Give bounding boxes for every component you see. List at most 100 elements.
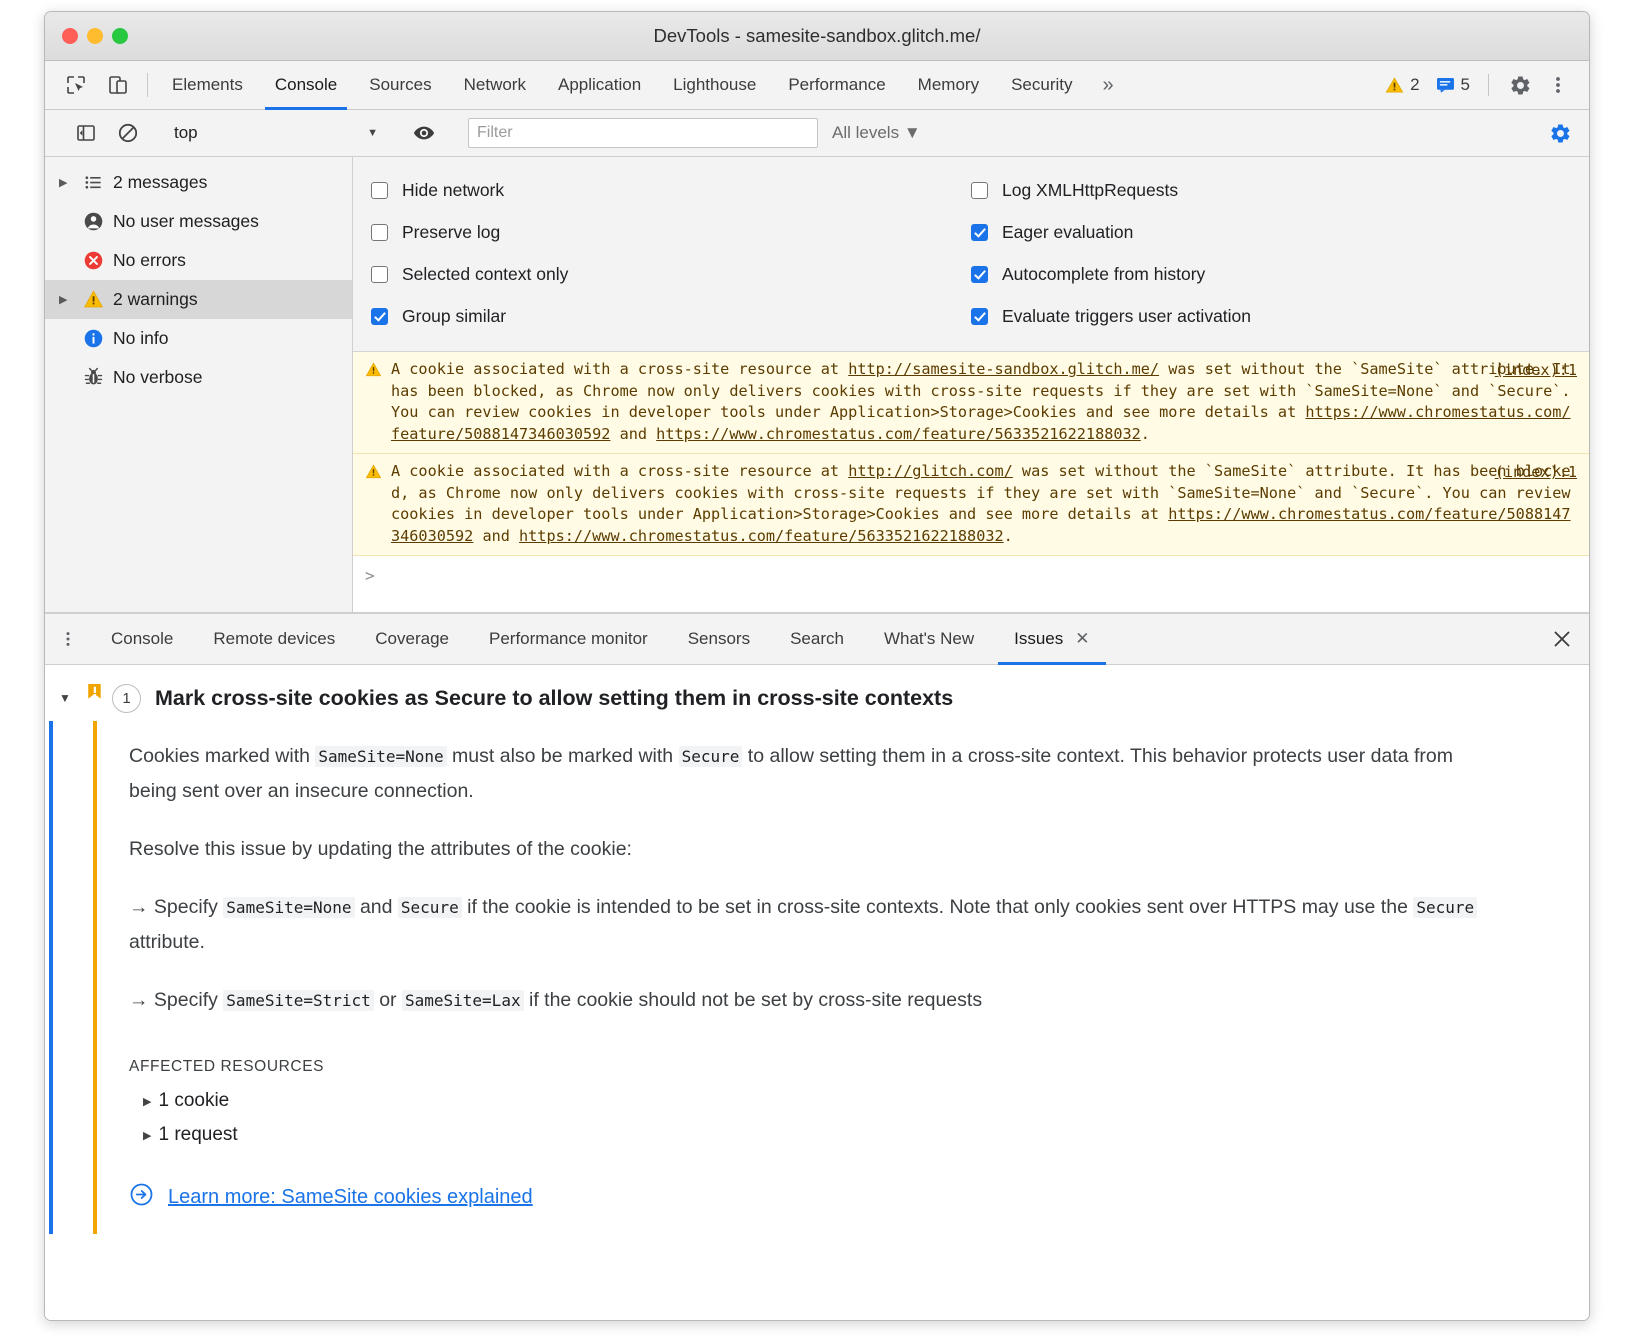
checkbox[interactable]	[971, 224, 988, 241]
tab-performance[interactable]: Performance	[772, 61, 901, 109]
setting-log-xmlhttprequests[interactable]: Log XMLHttpRequests	[971, 169, 1251, 211]
expand-triangle-icon[interactable]: ▶	[59, 176, 77, 189]
screenshot-root: DevTools - samesite-sandbox.glitch.me/ E…	[0, 0, 1632, 1341]
console-link[interactable]: https://www.chromestatus.com/feature/563…	[519, 527, 1004, 545]
affected-resource-cookie[interactable]: ▶ 1 cookie	[143, 1090, 1565, 1112]
device-toolbar-icon[interactable]	[97, 61, 139, 109]
console-message-source[interactable]: (index):1	[1495, 360, 1577, 382]
sidebar-item-messages[interactable]: ▶ 2 messages	[45, 163, 352, 202]
tab-label: Network	[464, 75, 526, 95]
log-level-selector[interactable]: All levels ▼	[832, 123, 921, 143]
execution-context-selector[interactable]: top ▼	[166, 123, 386, 143]
more-tabs-button[interactable]: »	[1089, 61, 1128, 109]
code-secure: Secure	[1413, 897, 1477, 918]
tab-lighthouse[interactable]: Lighthouse	[657, 61, 772, 109]
expand-triangle-icon[interactable]: ▶	[143, 1129, 151, 1142]
console-filter-input[interactable]	[468, 118, 818, 148]
drawer-tab-label: Coverage	[375, 629, 449, 649]
code-samesite-none: SameSite=None	[315, 746, 446, 767]
tab-sources[interactable]: Sources	[353, 61, 447, 109]
issues-panel: ▼ 1 Mark cross-site cookies as Secure to…	[45, 665, 1589, 1320]
minimize-window-button[interactable]	[87, 28, 103, 44]
setting-group-similar[interactable]: Group similar	[371, 295, 961, 337]
clear-console-icon[interactable]	[107, 122, 149, 144]
drawer-tab-performance-monitor[interactable]: Performance monitor	[469, 614, 668, 664]
setting-preserve-log[interactable]: Preserve log	[371, 211, 961, 253]
gear-icon[interactable]	[1541, 114, 1579, 152]
code-samesite-lax: SameSite=Lax	[402, 990, 524, 1011]
issue-details: Cookies marked with SameSite=None must a…	[93, 721, 1565, 1234]
live-expression-icon[interactable]	[403, 122, 445, 144]
maximize-window-button[interactable]	[112, 28, 128, 44]
sidebar-item-errors[interactable]: No errors	[45, 241, 352, 280]
drawer-tab-search[interactable]: Search	[770, 614, 864, 664]
tab-network[interactable]: Network	[448, 61, 542, 109]
setting-label: Log XMLHttpRequests	[1002, 180, 1178, 201]
window-controls[interactable]	[62, 28, 128, 44]
setting-evaluate-triggers-user-activation[interactable]: Evaluate triggers user activation	[971, 295, 1251, 337]
text-fragment: Cookies marked with	[129, 745, 315, 767]
sidebar-item-info[interactable]: No info	[45, 319, 352, 358]
inspect-element-icon[interactable]	[55, 61, 97, 109]
show-console-sidebar-icon[interactable]	[65, 122, 107, 144]
setting-hide-network[interactable]: Hide network	[371, 169, 961, 211]
sidebar-item-warnings[interactable]: ▶ 2 warnings	[45, 280, 352, 319]
checkbox[interactable]	[371, 224, 388, 241]
drawer-tab-coverage[interactable]: Coverage	[355, 614, 469, 664]
tab-console[interactable]: Console	[259, 61, 353, 109]
issue-header[interactable]: ▼ 1 Mark cross-site cookies as Secure to…	[45, 675, 1589, 721]
checkbox[interactable]	[971, 182, 988, 199]
console-message-list: A cookie associated with a cross-site re…	[353, 352, 1589, 612]
bug-icon	[77, 367, 109, 388]
learn-more-link[interactable]: Learn more: SameSite cookies explained	[129, 1182, 1565, 1212]
sidebar-item-label: No user messages	[113, 211, 259, 232]
checkbox[interactable]	[371, 182, 388, 199]
console-warning-message[interactable]: A cookie associated with a cross-site re…	[353, 352, 1589, 454]
more-vertical-icon[interactable]	[1539, 66, 1577, 104]
tab-elements[interactable]: Elements	[156, 61, 259, 109]
sidebar-item-verbose[interactable]: No verbose	[45, 358, 352, 397]
console-message-source[interactable]: (index):1	[1495, 462, 1577, 484]
sidebar-item-label: 2 messages	[113, 172, 207, 193]
checkbox[interactable]	[371, 266, 388, 283]
checkbox[interactable]	[971, 266, 988, 283]
console-link[interactable]: http://glitch.com/	[848, 462, 1013, 480]
setting-autocomplete-from-history[interactable]: Autocomplete from history	[971, 253, 1251, 295]
drawer-tab-sensors[interactable]: Sensors	[668, 614, 770, 664]
close-window-button[interactable]	[62, 28, 78, 44]
setting-label: Hide network	[402, 180, 504, 201]
close-drawer-button[interactable]	[1551, 614, 1589, 664]
console-link[interactable]: http://samesite-sandbox.glitch.me/	[848, 360, 1159, 378]
tab-security[interactable]: Security	[995, 61, 1088, 109]
console-text: A cookie associated with a cross-site re…	[391, 360, 848, 378]
warning-counter[interactable]: 2	[1379, 75, 1425, 95]
drawer-tab-whats-new[interactable]: What's New	[864, 614, 994, 664]
sidebar-item-label: No verbose	[113, 367, 203, 388]
gear-icon[interactable]	[1501, 66, 1539, 104]
tab-application[interactable]: Application	[542, 61, 657, 109]
drawer-tab-remote-devices[interactable]: Remote devices	[193, 614, 355, 664]
console-warning-message[interactable]: A cookie associated with a cross-site re…	[353, 454, 1589, 556]
expand-triangle-icon[interactable]: ▶	[59, 293, 77, 306]
drawer-tab-issues[interactable]: Issues ✕	[994, 614, 1109, 664]
close-icon[interactable]: ✕	[1075, 629, 1089, 649]
log-level-value: All levels	[832, 123, 899, 142]
checkbox[interactable]	[971, 308, 988, 325]
checkbox[interactable]	[371, 308, 388, 325]
issue-bullet-2: → Specify SameSite=Strict or SameSite=La…	[129, 983, 1484, 1018]
collapse-triangle-icon[interactable]: ▼	[59, 691, 85, 705]
drawer-tab-console[interactable]: Console	[91, 614, 193, 664]
affected-resource-request[interactable]: ▶ 1 request	[143, 1124, 1565, 1146]
setting-eager-evaluation[interactable]: Eager evaluation	[971, 211, 1251, 253]
expand-triangle-icon[interactable]: ▶	[143, 1095, 151, 1108]
tab-memory[interactable]: Memory	[902, 61, 995, 109]
sidebar-item-user-messages[interactable]: No user messages	[45, 202, 352, 241]
message-counter[interactable]: 5	[1430, 75, 1476, 95]
console-prompt[interactable]: >	[353, 556, 1589, 595]
tab-label: Application	[558, 75, 641, 95]
more-vertical-icon[interactable]	[45, 614, 91, 664]
console-text: and	[473, 527, 519, 545]
sidebar-item-label: 2 warnings	[113, 289, 198, 310]
setting-selected-context-only[interactable]: Selected context only	[371, 253, 961, 295]
console-link[interactable]: https://www.chromestatus.com/feature/563…	[656, 425, 1141, 443]
